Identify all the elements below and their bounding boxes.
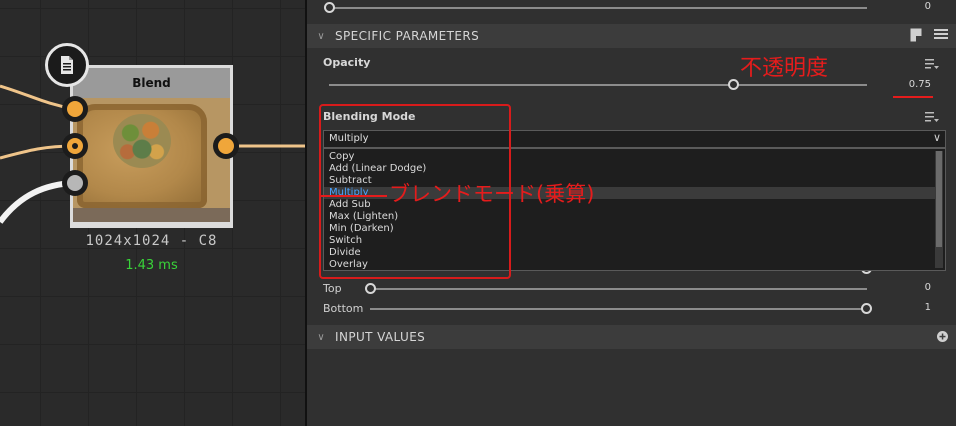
chevron-down-icon: ∨ [317, 30, 325, 42]
input-port-mask[interactable] [62, 170, 88, 196]
node-thumbnail [73, 98, 230, 222]
chevron-down-icon: ∨ [317, 331, 325, 343]
bottom-param-slider-knob[interactable] [861, 303, 872, 314]
section-title: INPUT VALUES [335, 330, 426, 344]
top-param-value[interactable]: 0 [897, 282, 931, 293]
top-param-slider-track[interactable] [370, 288, 867, 290]
properties-panel: 0 ∨ SPECIFIC PARAMETERS Opacity 0.75 Ble… [307, 0, 956, 426]
top-slider-value: 0 [924, 1, 931, 12]
opacity-annotation: 不透明度 [740, 56, 829, 81]
param-options-icon[interactable] [925, 58, 939, 70]
blend-node[interactable]: Blend [70, 65, 233, 228]
specific-parameters-header[interactable]: ∨ SPECIFIC PARAMETERS [307, 24, 956, 48]
output-port[interactable] [213, 133, 239, 159]
top-slider-track[interactable] [329, 7, 867, 9]
input-values-header[interactable]: ∨ INPUT VALUES [307, 325, 956, 349]
bottom-param-slider-track[interactable] [370, 308, 867, 310]
blend-annotation: ブレンドモード(乗算) [389, 182, 595, 206]
node-compute-time: 1.43 ms [125, 258, 178, 273]
menu-icon[interactable] [934, 28, 948, 40]
chevron-down-icon: ∨ [932, 131, 941, 144]
param-options-icon[interactable] [925, 111, 939, 123]
opacity-slider-knob[interactable] [727, 79, 739, 90]
opacity-slider-track[interactable] [329, 84, 867, 86]
opacity-label: Opacity [323, 56, 371, 69]
node-resolution: 1024x1024 - C8 [85, 233, 218, 249]
document-icon[interactable] [45, 43, 89, 87]
input-port-background[interactable] [62, 96, 88, 122]
preset-icon[interactable] [910, 28, 922, 42]
section-title: SPECIFIC PARAMETERS [335, 29, 480, 43]
bottom-label: Bottom [323, 302, 364, 315]
top-param-slider-knob[interactable] [365, 283, 376, 294]
opacity-value[interactable]: 0.75 [897, 79, 931, 90]
blend-annotation-pointer [321, 195, 387, 197]
opacity-annotation-underline [893, 96, 933, 98]
bottom-param-value[interactable]: 1 [897, 302, 931, 313]
dropdown-scrollbar[interactable] [935, 151, 943, 268]
add-icon[interactable] [937, 331, 948, 342]
top-label: Top [323, 282, 342, 295]
node-title: Blend [73, 68, 230, 98]
input-port-foreground[interactable] [62, 133, 88, 159]
top-slider-knob[interactable] [324, 2, 335, 13]
node-graph[interactable]: Blend 1024x1024 - C8 1.43 ms [0, 0, 305, 426]
